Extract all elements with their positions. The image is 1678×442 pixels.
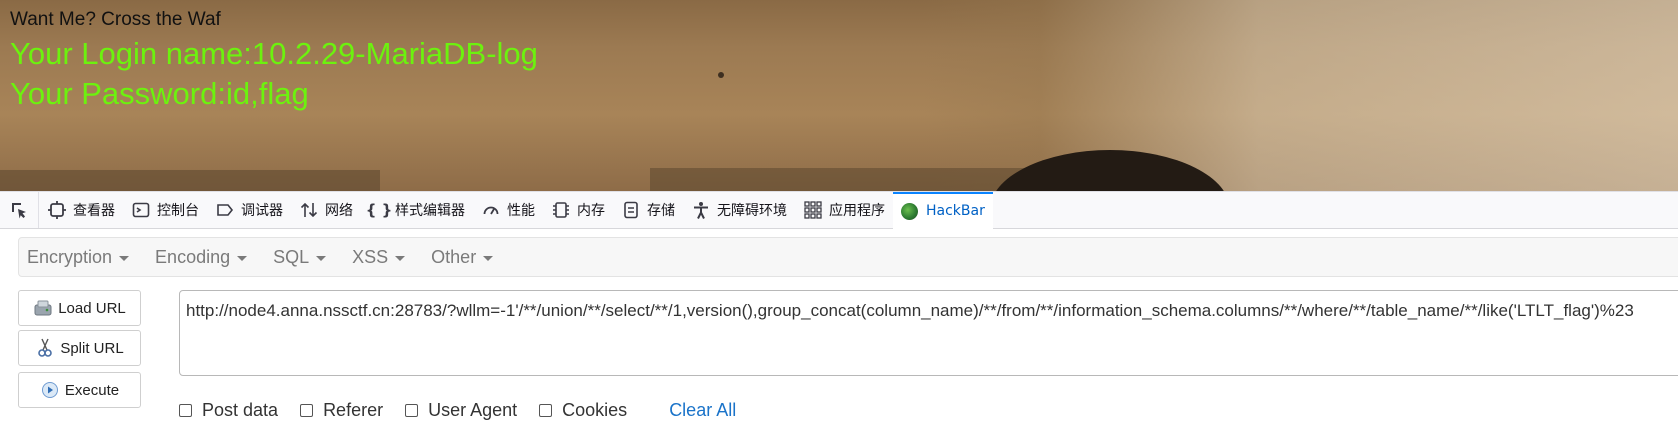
application-icon <box>803 200 823 220</box>
menu-xss[interactable]: XSS <box>344 247 413 268</box>
post-data-label: Post data <box>202 399 279 420</box>
user-agent-label: User Agent <box>428 399 518 420</box>
page-greeting: Want Me? Cross the Waf <box>10 9 221 30</box>
tab-label: 样式编辑器 <box>395 203 465 219</box>
load-url-icon <box>33 298 53 318</box>
split-url-label: Split URL <box>60 339 124 357</box>
load-url-button[interactable]: Load URL <box>18 290 141 326</box>
tab-label: 网络 <box>325 203 353 219</box>
password-output: Your Password:id,flag <box>10 76 309 111</box>
tab-accessibility[interactable]: 无障碍环境 <box>683 192 795 228</box>
performance-icon <box>481 200 501 220</box>
tab-hackbar[interactable]: HackBar <box>893 191 993 229</box>
caret-down-icon <box>119 255 130 261</box>
tab-label: 无障碍环境 <box>717 203 787 219</box>
post-data-option[interactable]: Post data <box>179 400 278 421</box>
referer-option[interactable]: Referer <box>300 400 383 421</box>
menu-label: Encryption <box>27 246 113 267</box>
tab-label: 内存 <box>577 203 605 219</box>
devtools-toolbar: 查看器 控制台 调试器 网络 { } 样式编辑器 性能 内存 存储 无障碍环境 … <box>0 191 1678 229</box>
tab-label: 性能 <box>507 203 535 219</box>
hackbar-menu-bar: Encryption Encoding SQL XSS Other <box>18 237 1678 277</box>
referer-checkbox[interactable] <box>300 403 314 417</box>
tab-memory[interactable]: 内存 <box>543 192 613 228</box>
debugger-icon <box>215 200 235 220</box>
user-agent-checkbox[interactable] <box>405 403 419 417</box>
menu-encoding[interactable]: Encoding <box>147 247 255 268</box>
style-editor-icon: { } <box>365 201 393 219</box>
menu-label: Other <box>431 246 477 267</box>
caret-down-icon <box>237 255 248 261</box>
tab-storage[interactable]: 存储 <box>613 192 683 228</box>
tab-label: 查看器 <box>73 203 115 219</box>
user-agent-option[interactable]: User Agent <box>405 400 517 421</box>
load-url-label: Load URL <box>58 299 126 317</box>
accessibility-icon <box>691 200 711 220</box>
tab-label: 调试器 <box>241 203 283 219</box>
tab-inspector[interactable]: 查看器 <box>39 192 123 228</box>
menu-encryption[interactable]: Encryption <box>19 247 137 268</box>
hackbar-panel: Encryption Encoding SQL XSS Other Load U… <box>0 229 1678 442</box>
tab-label: 控制台 <box>157 203 199 219</box>
tab-console[interactable]: 控制台 <box>123 192 207 228</box>
url-textarea[interactable]: http://node4.anna.nssctf.cn:28783/?wllm=… <box>179 290 1678 376</box>
menu-label: Encoding <box>155 246 231 267</box>
storage-icon <box>621 200 641 220</box>
request-options: Post data Referer User Agent Cookies Cle… <box>179 398 736 422</box>
background-speck <box>718 72 724 78</box>
background-shadow <box>650 168 1050 191</box>
tab-label: 存储 <box>647 203 675 219</box>
background-figure-head <box>990 150 1230 191</box>
cookies-option[interactable]: Cookies <box>539 400 627 421</box>
scissors-icon <box>35 338 55 358</box>
execute-label: Execute <box>64 381 120 399</box>
element-picker-button[interactable] <box>0 192 39 228</box>
caret-down-icon <box>395 255 406 261</box>
tab-label: 应用程序 <box>829 203 885 219</box>
menu-sql[interactable]: SQL <box>265 247 334 268</box>
caret-down-icon <box>483 255 494 261</box>
cookies-checkbox[interactable] <box>539 403 553 417</box>
element-picker-icon <box>12 203 26 219</box>
clear-all-link[interactable]: Clear All <box>669 400 736 421</box>
referer-label: Referer <box>323 399 384 420</box>
console-icon <box>131 200 151 220</box>
hackbar-logo-icon <box>901 202 918 220</box>
tab-network[interactable]: 网络 <box>291 192 361 228</box>
caret-down-icon <box>316 255 327 261</box>
tab-debugger[interactable]: 调试器 <box>207 192 291 228</box>
menu-label: SQL <box>273 246 310 267</box>
login-name-output: Your Login name:10.2.29-MariaDB-log <box>10 36 538 71</box>
tab-label: HackBar <box>926 203 985 219</box>
network-icon <box>299 200 319 220</box>
tab-application[interactable]: 应用程序 <box>795 192 893 228</box>
menu-other[interactable]: Other <box>423 247 501 268</box>
split-url-button[interactable]: Split URL <box>18 330 141 366</box>
tab-performance[interactable]: 性能 <box>473 192 543 228</box>
cookies-label: Cookies <box>562 399 628 420</box>
background-shadow <box>0 170 380 191</box>
menu-label: XSS <box>352 246 389 267</box>
execute-button[interactable]: Execute <box>18 372 141 408</box>
tab-style-editor[interactable]: { } 样式编辑器 <box>361 192 473 228</box>
post-data-checkbox[interactable] <box>179 403 192 417</box>
play-icon <box>40 380 60 400</box>
web-page-content: Want Me? Cross the Waf Your Login name:1… <box>0 0 1678 191</box>
memory-icon <box>551 200 571 220</box>
inspector-icon <box>47 200 67 220</box>
